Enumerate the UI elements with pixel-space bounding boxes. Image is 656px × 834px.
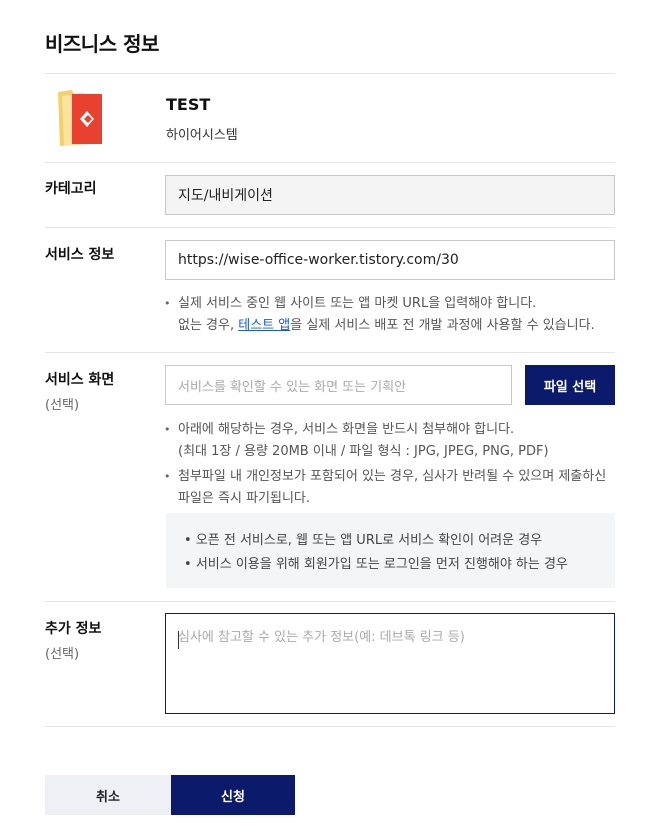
- extra-info-label: 추가 정보: [45, 621, 102, 637]
- file-select-button[interactable]: 파일 선택: [525, 365, 615, 405]
- note-text: (최대 1장 / 용량 20MB 이내 / 파일 형식 : JPG, JPEG,…: [178, 444, 549, 459]
- case-item: • 오픈 전 서비스로, 웹 또는 앱 URL로 서비스 확인이 어려운 경우: [184, 533, 543, 548]
- note-text: 을 실제 서비스 배포 전 개발 과정에 사용할 수 있습니다.: [290, 318, 595, 333]
- note-text: 없는 경우,: [178, 318, 239, 333]
- note-text: 실제 서비스 중인 웹 사이트 또는 앱 마켓 URL을 입력해야 합니다.: [178, 296, 537, 311]
- category-field: 지도/내비게이션: [165, 175, 615, 215]
- case-text: 오픈 전 서비스로, 웹 또는 앱 URL로 서비스 확인이 어려운 경우: [195, 533, 543, 548]
- divider: [45, 726, 615, 727]
- service-info-note: • 실제 서비스 중인 웹 사이트 또는 앱 마켓 URL을 입력해야 합니다.…: [164, 293, 595, 337]
- service-screen-note-1: • 아래에 해당하는 경우, 서비스 화면을 반드시 첨부해야 합니다. (최대…: [164, 419, 549, 463]
- category-label: 카테고리: [45, 181, 97, 197]
- note-text: 첨부파일 내 개인정보가 포함되어 있는 경우, 심사가 반려될 수 있으며 제…: [178, 469, 607, 484]
- required-cases-box: • 오픈 전 서비스로, 웹 또는 앱 URL로 서비스 확인이 어려운 경우 …: [166, 513, 615, 588]
- app-company: 하이어시스템: [166, 128, 238, 143]
- service-screen-note-2: • 첨부파일 내 개인정보가 포함되어 있는 경우, 심사가 반려될 수 있으며…: [164, 466, 607, 510]
- service-url-input[interactable]: https://wise-office-worker.tistory.com/3…: [165, 240, 615, 280]
- app-icon: [58, 90, 102, 146]
- optional-label: (선택): [45, 398, 80, 413]
- note-text: 파일은 즉시 파기됩니다.: [178, 491, 310, 506]
- service-screen-label: 서비스 화면: [45, 372, 115, 388]
- page-title: 비즈니스 정보: [45, 32, 159, 56]
- note-text: 아래에 해당하는 경우, 서비스 화면을 반드시 첨부해야 합니다.: [178, 422, 515, 437]
- cancel-button[interactable]: 취소: [45, 775, 171, 815]
- text-cursor: [178, 631, 179, 649]
- case-text: 서비스 이용을 위해 회원가입 또는 로그인을 먼저 진행해야 하는 경우: [195, 557, 568, 572]
- case-item: • 서비스 이용을 위해 회원가입 또는 로그인을 먼저 진행해야 하는 경우: [184, 557, 568, 572]
- service-info-label: 서비스 정보: [45, 247, 115, 263]
- apply-button[interactable]: 신청: [171, 775, 295, 815]
- service-screen-input[interactable]: 서비스를 확인할 수 있는 화면 또는 기획안: [165, 365, 512, 405]
- test-app-link[interactable]: 테스트 앱: [238, 318, 290, 333]
- divider: [45, 162, 615, 163]
- divider: [45, 227, 615, 228]
- extra-info-textarea[interactable]: 심사에 참고할 수 있는 추가 정보(예: 데브톡 링크 등): [165, 613, 615, 714]
- divider: [45, 73, 615, 74]
- app-name: TEST: [166, 95, 211, 114]
- divider: [45, 352, 615, 353]
- optional-label: (선택): [45, 647, 80, 662]
- divider: [45, 601, 615, 602]
